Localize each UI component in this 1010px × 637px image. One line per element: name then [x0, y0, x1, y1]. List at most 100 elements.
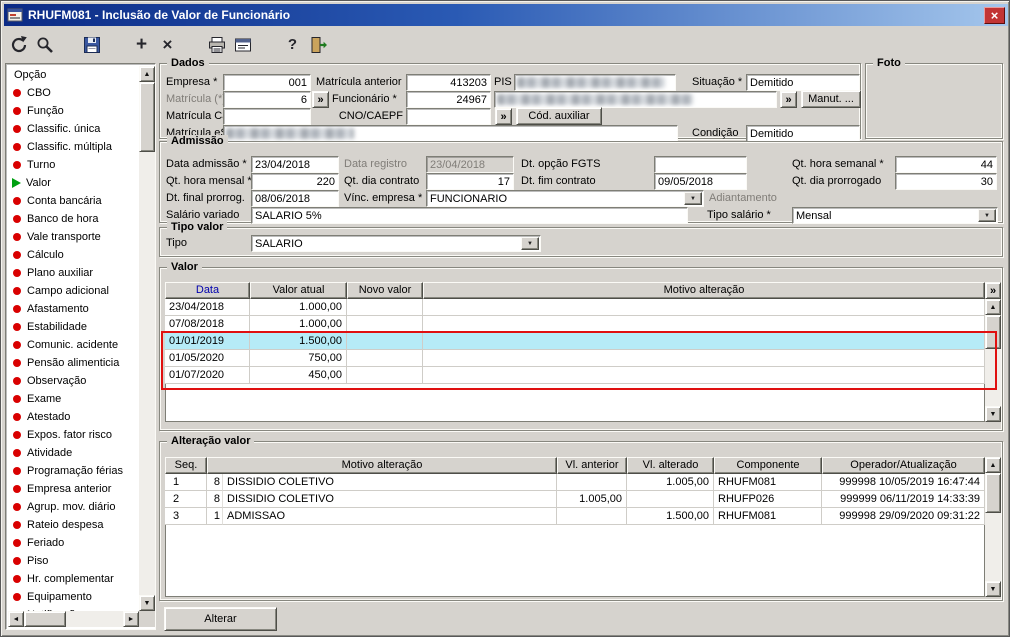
- sidebar-item[interactable]: CBO: [8, 84, 139, 102]
- table-row[interactable]: 01/07/2020 450,00: [165, 367, 985, 384]
- cno-caepf-field[interactable]: [406, 108, 491, 125]
- sidebar-item[interactable]: Atividade: [8, 444, 139, 462]
- tipo-salario-combo[interactable]: Mensal ▼: [792, 207, 998, 224]
- sidebar-item[interactable]: Vale transporte: [8, 228, 139, 246]
- column-header[interactable]: Valor atual: [250, 282, 347, 299]
- help-button[interactable]: ?: [280, 32, 305, 57]
- dt-fim-contrato-field[interactable]: 09/05/2018: [654, 173, 747, 190]
- print-button[interactable]: [204, 32, 229, 57]
- scroll-down-icon[interactable]: ▼: [139, 595, 155, 611]
- empresa-field[interactable]: 001: [223, 74, 311, 91]
- sidebar-item[interactable]: Conta bancária: [8, 192, 139, 210]
- matricula-lookup-button[interactable]: »: [312, 91, 329, 108]
- funcionario-field[interactable]: 24967: [406, 91, 491, 108]
- alteracao-vscroll-thumb[interactable]: [985, 473, 1001, 513]
- table-row[interactable]: 1 8 DISSIDIO COLETIVO 1.005,00 RHUFM081 …: [165, 474, 985, 491]
- sidebar-item[interactable]: Pensão alimenticia: [8, 354, 139, 372]
- cod-auxiliar-button[interactable]: Cód. auxiliar: [516, 107, 602, 125]
- sidebar-item[interactable]: Classific. única: [8, 120, 139, 138]
- situacao-field[interactable]: Demitido: [746, 74, 860, 91]
- dt-final-prorrog-field[interactable]: 08/06/2018: [251, 190, 339, 207]
- column-header[interactable]: Vl. anterior: [557, 457, 627, 474]
- table-row[interactable]: 07/08/2018 1.000,00: [165, 316, 985, 333]
- column-header[interactable]: Componente: [714, 457, 822, 474]
- table-row[interactable]: 23/04/2018 1.000,00: [165, 299, 985, 316]
- sidebar-item[interactable]: Classific. múltipla: [8, 138, 139, 156]
- save-button[interactable]: [79, 32, 104, 57]
- titlebar[interactable]: RHUFM081 - Inclusão de Valor de Funcioná…: [4, 4, 1008, 26]
- scroll-down-icon[interactable]: ▼: [985, 581, 1001, 597]
- qt-dia-prorrogado-field[interactable]: 30: [895, 173, 997, 190]
- add-button[interactable]: +: [129, 32, 154, 57]
- sidebar-item[interactable]: Cálculo: [8, 246, 139, 264]
- scroll-right-icon[interactable]: ►: [123, 611, 139, 627]
- sidebar-item[interactable]: Campo adicional: [8, 282, 139, 300]
- sidebar-item[interactable]: Valor: [8, 174, 139, 192]
- qt-hora-semanal-field[interactable]: 44: [895, 156, 997, 173]
- table-row[interactable]: 3 1 ADMISSAO 1.500,00 RHUFM081 999998 29…: [165, 508, 985, 525]
- sidebar-item[interactable]: Rateio despesa: [8, 516, 139, 534]
- condicao-field[interactable]: Demitido: [746, 125, 860, 142]
- sidebar-item[interactable]: Turno: [8, 156, 139, 174]
- exit-button[interactable]: [306, 32, 331, 57]
- sidebar-item[interactable]: Empresa anterior: [8, 480, 139, 498]
- qt-dia-contrato-field[interactable]: 17: [426, 173, 514, 190]
- column-header[interactable]: Seq.: [165, 457, 207, 474]
- column-header[interactable]: Novo valor: [347, 282, 423, 299]
- column-header[interactable]: Motivo alteração: [423, 282, 985, 299]
- valor-vscroll-thumb[interactable]: [985, 315, 1001, 349]
- sidebar-hscroll-thumb[interactable]: [24, 611, 66, 627]
- sidebar-item[interactable]: Hr. complementar: [8, 570, 139, 588]
- scroll-left-icon[interactable]: ◄: [8, 611, 24, 627]
- dropdown-arrow-icon[interactable]: ▼: [521, 237, 539, 250]
- sidebar-item[interactable]: Feriado: [8, 534, 139, 552]
- column-header[interactable]: Operador/Atualização: [822, 457, 985, 474]
- cno-lookup-button[interactable]: »: [495, 108, 512, 125]
- sidebar-item[interactable]: Equipamento: [8, 588, 139, 606]
- salario-variado-field[interactable]: SALARIO 5%: [251, 207, 688, 224]
- column-header[interactable]: Data: [165, 282, 250, 299]
- sidebar-item[interactable]: Agrup. mov. diário: [8, 498, 139, 516]
- matricula-caixa-field[interactable]: [223, 108, 311, 125]
- print-form-button[interactable]: [230, 32, 255, 57]
- sidebar-item[interactable]: Função: [8, 102, 139, 120]
- manut-button[interactable]: Manut. ...: [801, 90, 861, 108]
- sidebar-item[interactable]: Exame: [8, 390, 139, 408]
- dropdown-arrow-icon[interactable]: ▼: [684, 192, 702, 205]
- valor-more-columns-button[interactable]: »: [985, 282, 1001, 299]
- funcionario-lookup-button[interactable]: »: [780, 91, 797, 108]
- dt-opcao-fgts-field[interactable]: [654, 156, 747, 173]
- scroll-up-icon[interactable]: ▲: [985, 299, 1001, 315]
- sidebar-item[interactable]: Afastamento: [8, 300, 139, 318]
- sidebar-item[interactable]: Banco de hora: [8, 210, 139, 228]
- sidebar-item[interactable]: Programação férias: [8, 462, 139, 480]
- matricula-esocial-field[interactable]: [223, 125, 678, 142]
- sidebar-item[interactable]: Expos. fator risco: [8, 426, 139, 444]
- matricula-anterior-field[interactable]: 413203: [406, 74, 491, 91]
- table-row[interactable]: 01/05/2020 750,00: [165, 350, 985, 367]
- alterar-button[interactable]: Alterar: [164, 607, 277, 631]
- table-row[interactable]: 2 8 DISSIDIO COLETIVO 1.005,00 RHUFP026 …: [165, 491, 985, 508]
- sidebar-item[interactable]: Piso: [8, 552, 139, 570]
- undo-button[interactable]: [6, 32, 31, 57]
- tipo-combo[interactable]: SALARIO ▼: [251, 235, 541, 252]
- pis-field[interactable]: [514, 74, 676, 91]
- sidebar-item[interactable]: Estabilidade: [8, 318, 139, 336]
- column-header[interactable]: Vl. alterado: [627, 457, 714, 474]
- search-button[interactable]: [32, 32, 57, 57]
- data-admissao-field[interactable]: 23/04/2018: [251, 156, 339, 173]
- sidebar-vscroll-thumb[interactable]: [139, 82, 155, 152]
- sidebar-item[interactable]: Plano auxiliar: [8, 264, 139, 282]
- qt-hora-mensal-field[interactable]: 220: [251, 173, 339, 190]
- dropdown-arrow-icon[interactable]: ▼: [978, 209, 996, 222]
- close-button[interactable]: ×: [984, 6, 1005, 24]
- scroll-up-icon[interactable]: ▲: [139, 66, 155, 82]
- table-row[interactable]: 01/01/2019 1.500,00: [165, 333, 985, 350]
- sidebar-item[interactable]: Atestado: [8, 408, 139, 426]
- matricula-field[interactable]: 6: [223, 91, 311, 108]
- sidebar-item[interactable]: Observação: [8, 372, 139, 390]
- sidebar-item[interactable]: Comunic. acidente: [8, 336, 139, 354]
- delete-button[interactable]: ×: [155, 32, 180, 57]
- funcionario-nome-field[interactable]: [494, 91, 777, 108]
- vinc-empresa-combo[interactable]: FUNCIONARIO ▼: [426, 190, 704, 207]
